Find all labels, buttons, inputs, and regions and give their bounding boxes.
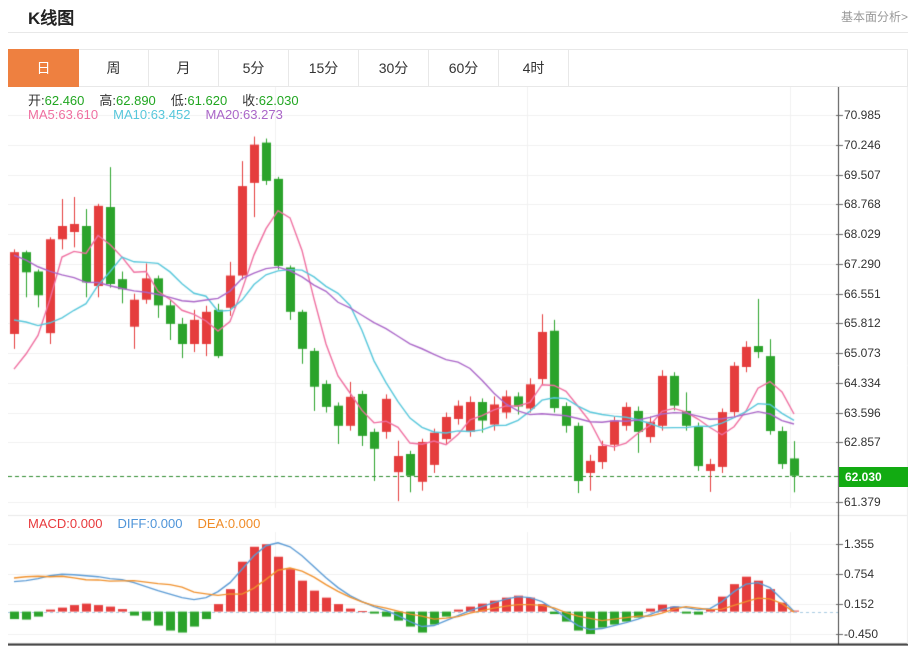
page-title: K线图: [28, 8, 75, 28]
price-axis-tick: 68.768: [844, 197, 881, 212]
ma-item: MA10:63.452: [113, 107, 191, 122]
macd-axis-tick: 1.355: [844, 537, 875, 551]
tab-4hour[interactable]: 4时: [499, 50, 569, 86]
macd-item: DIFF:0.000: [117, 516, 183, 531]
last-price-tag: 62.030: [839, 467, 908, 487]
tab-day[interactable]: 日: [8, 49, 79, 87]
period-tabbar: 日周月 5分 15分 30分 60分 4时: [8, 49, 908, 87]
price-axis-tick: 70.246: [844, 137, 881, 152]
price-axis-tick: 65.073: [844, 346, 881, 361]
tab-5min[interactable]: 5分: [219, 50, 289, 86]
page-header: K线图 基本面分析>: [8, 0, 908, 33]
tab-60min[interactable]: 60分: [429, 50, 499, 86]
tab-30min[interactable]: 30分: [359, 50, 429, 86]
ma-readout: MA5:63.610 MA10:63.452 MA20:63.273: [28, 107, 283, 122]
tab-month[interactable]: 月: [149, 50, 219, 86]
macd-axis-tick: 0.754: [844, 566, 875, 581]
kline-canvas[interactable]: [8, 87, 908, 646]
kline-chart-area: 开:62.460 高:62.890 低:61.620 收:62.030 MA5:63.…: [8, 87, 908, 646]
ma-item: MA5:63.610: [28, 107, 99, 122]
price-axis-tick: 62.857: [844, 435, 881, 450]
price-axis-tick: 68.029: [844, 227, 881, 242]
ma-item: MA20:63.273: [205, 107, 283, 122]
price-axis-tick: 69.507: [844, 167, 881, 182]
price-axis-tick: 70.985: [844, 108, 881, 122]
price-axis-tick: 63.596: [844, 405, 881, 420]
macd-axis-tick: -0.450: [844, 627, 879, 642]
tab-15min[interactable]: 15分: [289, 50, 359, 86]
price-axis-tick: 65.812: [844, 316, 881, 331]
macd-axis-tick: 0.152: [844, 597, 875, 612]
price-axis-tick: 61.379: [844, 495, 881, 509]
tab-week[interactable]: 周: [79, 50, 149, 86]
macd-item: DEA:0.000: [197, 516, 261, 531]
macd-item: MACD:0.000: [28, 516, 103, 531]
kline-page: K线图 基本面分析> 日周月 5分 15分 30分 60分 4时 开:62.460 高:62…: [0, 0, 916, 646]
price-axis-tick: 64.334: [844, 375, 881, 390]
price-axis-tick: 66.551: [844, 286, 881, 301]
fundamental-analysis-link[interactable]: 基本面分析>: [841, 8, 908, 25]
macd-readout: MACD:0.000 DIFF:0.000 DEA:0.000: [28, 516, 260, 531]
price-axis-tick: 67.290: [844, 256, 881, 271]
